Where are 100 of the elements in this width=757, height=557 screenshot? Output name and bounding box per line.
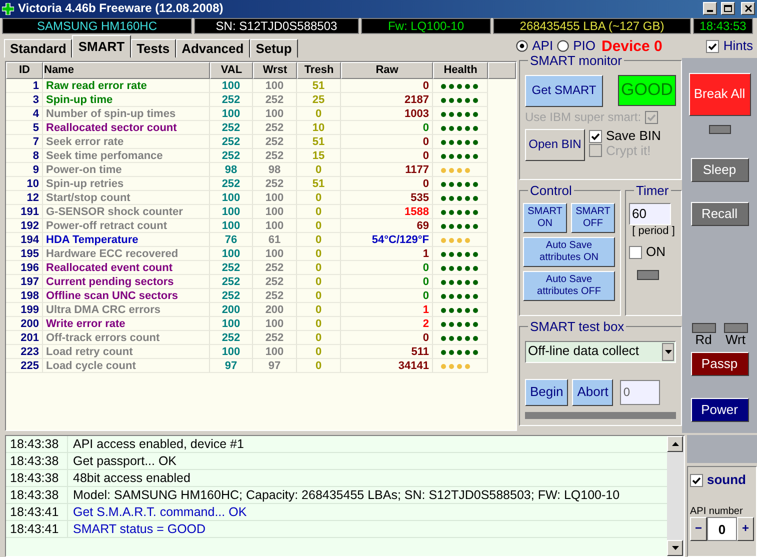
- table-cell: Load retry count: [43, 344, 210, 359]
- health-dot: [457, 322, 462, 327]
- table-cell: Raw read error rate: [43, 78, 210, 93]
- crypt-checkbox[interactable]: [589, 144, 602, 158]
- side-button[interactable]: Sleep: [690, 158, 748, 182]
- health-dot: [473, 294, 478, 299]
- radio-button[interactable]: [557, 40, 570, 52]
- timer-on-checkbox[interactable]: [629, 246, 642, 260]
- health-dot: [457, 140, 462, 145]
- column-header[interactable]: Raw: [341, 62, 433, 79]
- scroll-up-button[interactable]: [667, 436, 683, 452]
- column-header[interactable]: ID: [6, 62, 43, 79]
- table-cell: 51: [297, 78, 341, 93]
- health-dot: [441, 364, 446, 369]
- log-message: Get passport... OK: [72, 452, 177, 469]
- side-button[interactable]: Recall: [690, 202, 748, 226]
- health-dot: [457, 154, 462, 159]
- tab[interactable]: Setup: [250, 38, 298, 58]
- health-dot: [465, 294, 470, 299]
- sound-checkbox[interactable]: [690, 474, 703, 487]
- column-header[interactable]: VAL: [210, 62, 253, 79]
- header-cell: [488, 62, 516, 79]
- table-cell: 54°C/129°F: [341, 232, 433, 247]
- health-dot: [441, 112, 446, 117]
- save-bin-checkbox[interactable]: [589, 130, 602, 143]
- control-button[interactable]: SMART ON: [523, 202, 567, 233]
- radio-button[interactable]: [516, 40, 528, 52]
- decrement-button[interactable]: −: [690, 517, 707, 542]
- radio-label: PIO: [573, 38, 596, 54]
- column-header[interactable]: Name: [43, 62, 210, 79]
- table-cell: HDA Temperature: [43, 232, 210, 247]
- timer-indicator: [637, 270, 659, 280]
- health-dot: [449, 182, 454, 187]
- table-cell: 1003: [341, 106, 433, 121]
- indicator-light: [724, 322, 748, 333]
- hints-checkbox[interactable]: [706, 40, 720, 53]
- table-cell: 100: [210, 344, 253, 359]
- abort-button[interactable]: Abort: [572, 378, 614, 406]
- column-header[interactable]: Wrst: [253, 62, 297, 79]
- table-cell: 0: [297, 232, 341, 247]
- table-cell: 100: [210, 218, 253, 233]
- control-button[interactable]: SMART OFF: [571, 202, 615, 233]
- table-cell: Seek error rate: [43, 134, 210, 149]
- health-dot: [457, 336, 462, 341]
- control-button[interactable]: Auto Save attributes ON: [523, 236, 615, 267]
- tab[interactable]: SMART: [72, 34, 131, 58]
- health-dot: [457, 280, 462, 285]
- table-cell: 100: [253, 106, 297, 121]
- api-number-field[interactable]: 0: [707, 517, 737, 542]
- health-dot: [457, 210, 462, 215]
- side-button[interactable]: Break All: [688, 72, 750, 116]
- table-cell: Current pending sectors: [43, 274, 210, 289]
- tab[interactable]: Advanced: [176, 38, 250, 58]
- get-smart-button[interactable]: Get SMART: [525, 74, 603, 107]
- table-cell: 223: [6, 344, 43, 359]
- maximize-button[interactable]: [721, 2, 735, 16]
- table-cell: 0: [297, 344, 341, 359]
- ibm-checkbox[interactable]: [645, 111, 658, 124]
- health-dot: [457, 182, 462, 187]
- table-cell: 4: [6, 106, 43, 121]
- close-button[interactable]: [741, 2, 755, 16]
- tab[interactable]: Tests: [130, 38, 176, 58]
- table-cell: 0: [297, 218, 341, 233]
- health-dot: [473, 336, 478, 341]
- table-cell: 511: [341, 344, 433, 359]
- log-time: 18:43:38: [6, 486, 68, 503]
- health-dot: [441, 238, 446, 243]
- begin-button[interactable]: Begin: [525, 378, 568, 406]
- health-dot: [465, 266, 470, 271]
- table-cell: 100: [253, 190, 297, 205]
- health-dot: [465, 224, 470, 229]
- health-dot: [449, 364, 454, 369]
- column-header[interactable]: Health: [433, 62, 488, 79]
- column-header[interactable]: Tresh: [297, 62, 341, 79]
- health-dot: [465, 336, 470, 341]
- maximize-icon: [724, 5, 732, 12]
- mode-dropdown[interactable]: Off-line data collect: [525, 340, 676, 363]
- side-button[interactable]: Power: [690, 398, 748, 422]
- serial-number: SN: S12TJD0S588503: [194, 18, 359, 34]
- health-dot: [449, 336, 454, 341]
- health-dot: [441, 154, 446, 159]
- health-dot: [449, 154, 454, 159]
- timer-field[interactable]: 60: [629, 202, 671, 225]
- open-bin-button[interactable]: Open BIN: [525, 128, 585, 161]
- table-cell: 196: [6, 260, 43, 275]
- log-time: 18:43:38: [6, 436, 68, 452]
- log-message: Get S.M.A.R.T. command... OK: [72, 504, 247, 520]
- table-cell: 252: [253, 148, 297, 163]
- health-dot: [473, 224, 478, 229]
- table-cell: 252: [210, 274, 253, 289]
- control-button[interactable]: Auto Save attributes OFF: [523, 270, 615, 301]
- health-dot: [465, 140, 470, 145]
- increment-button[interactable]: +: [737, 517, 754, 542]
- side-button[interactable]: Passp: [690, 352, 748, 376]
- table-cell: 0: [341, 78, 433, 93]
- table-cell: Start/stop count: [43, 190, 210, 205]
- minimize-button[interactable]: [703, 2, 717, 16]
- tab[interactable]: Standard: [4, 38, 72, 58]
- scroll-down-button[interactable]: [667, 540, 683, 556]
- table-cell: 252: [210, 134, 253, 149]
